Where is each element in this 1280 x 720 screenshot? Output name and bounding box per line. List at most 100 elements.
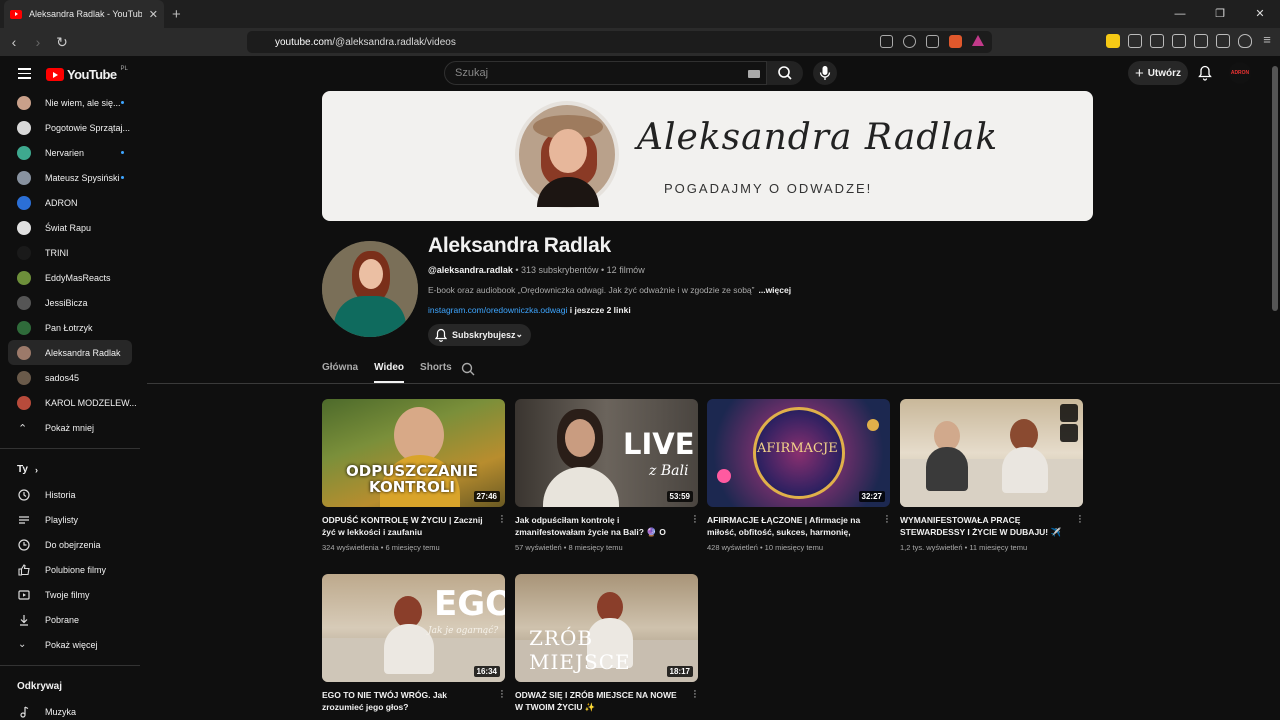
video-title[interactable]: ODPUŚĆ KONTROLĘ W ŻYCIU | Zacznij żyć w … [322, 514, 487, 538]
share-icon[interactable] [926, 35, 939, 48]
video-thumbnail[interactable]: LIVE z Bali 53:59 [515, 399, 698, 507]
video-card[interactable]: ODPUSZCZANIE KONTROLI 27:46 ODPUŚĆ KONTR… [322, 399, 505, 552]
sidebar-item-label: TRINI [45, 247, 69, 258]
forward-icon[interactable]: › [28, 34, 48, 50]
page-scrollbar[interactable] [1272, 66, 1278, 311]
channel-avatar[interactable] [322, 241, 418, 337]
more-links[interactable]: i jeszcze 2 linki [567, 305, 631, 315]
new-tab-icon[interactable]: + [172, 6, 181, 23]
search-input[interactable]: Szukaj [444, 61, 767, 85]
create-button[interactable]: + Utwórz [1128, 61, 1188, 85]
more-actions-icon[interactable]: · · · [884, 511, 890, 528]
video-title[interactable]: WYMANIFESTOWAŁA PRACĘ STEWARDESSY I ŻYCI… [900, 514, 1065, 538]
search-button[interactable] [767, 61, 803, 85]
youtube-logo[interactable]: YouTube PL [46, 66, 128, 82]
minimize-icon[interactable]: — [1160, 0, 1200, 28]
tab-home[interactable]: Główna [322, 362, 374, 384]
sidebar-item-playlisty[interactable]: Playlisty [8, 507, 132, 532]
browser-tab[interactable]: Aleksandra Radlak - YouTube ✕ [4, 0, 164, 28]
chevron-down-icon: ⌄ [18, 638, 27, 650]
back-icon[interactable]: ‹ [4, 34, 24, 50]
voice-search-button[interactable] [813, 61, 837, 85]
sidebar-item-subscription[interactable]: Pogotowie Sprzątaj... [8, 115, 132, 140]
sidebar-item-subscription[interactable]: EddyMasReacts [8, 265, 132, 290]
more-actions-icon[interactable]: · · · [692, 511, 698, 528]
open-external-icon[interactable] [880, 35, 893, 48]
video-card[interactable]: AFIRMACJE 32:27 AFIIRMACJE ŁĄCZONE | Afi… [707, 399, 890, 552]
account-avatar[interactable]: ADRON [1229, 62, 1251, 84]
video-duration: 53:59 [666, 491, 693, 502]
sidebar-item-subscription[interactable]: Nervarien [8, 140, 132, 165]
puzzle-icon[interactable] [1128, 34, 1142, 48]
video-card[interactable]: EGO Jak je ogarnąć? 16:34 EGO TO NIE TWÓ… [322, 574, 505, 718]
sidebar-item-subscription[interactable]: sados45 [8, 365, 132, 390]
ai-icon[interactable] [1216, 34, 1230, 48]
music-icon [18, 705, 30, 718]
extension-icon[interactable] [1106, 34, 1120, 48]
video-thumbnail[interactable]: ZRÓB MIEJSCE 18:17 [515, 574, 698, 682]
address-bar[interactable]: youtube.com/@aleksandra.radlak/videos [247, 31, 992, 53]
video-thumbnail[interactable]: ODPUSZCZANIE KONTROLI 27:46 [322, 399, 505, 507]
add-to-queue-icon[interactable] [1060, 424, 1078, 442]
more-actions-icon[interactable]: · · · [499, 511, 505, 528]
video-card[interactable]: WYMANIFESTOWAŁA PRACĘ STEWARDESSY I ŻYCI… [900, 399, 1083, 552]
menu-icon[interactable]: ≡ [1260, 33, 1274, 48]
description-more-link[interactable]: ...więcej [758, 285, 791, 295]
you-section-heading[interactable]: Ty › [0, 457, 140, 482]
wallet-icon[interactable] [1194, 34, 1208, 48]
notifications-bell-icon[interactable] [1198, 65, 1212, 81]
tab-videos[interactable]: Wideo [374, 362, 420, 384]
video-title[interactable]: ODWAŻ SIĘ I ZRÓB MIEJSCE NA NOWE W TWOIM… [515, 689, 680, 713]
video-thumbnail[interactable]: EGO Jak je ogarnąć? 16:34 [322, 574, 505, 682]
video-card[interactable]: ZRÓB MIEJSCE 18:17 ODWAŻ SIĘ I ZRÓB MIEJ… [515, 574, 698, 718]
channel-description[interactable]: E-book oraz audiobook „Orędowniczka odwa… [428, 285, 791, 295]
sidebar-item-subscription[interactable]: KAROL MODZELEW... [8, 390, 137, 415]
sidebar-item-subscription[interactable]: Świat Rapu [8, 215, 132, 240]
sidebar-item-subscription[interactable]: Nie wiem, ale się... [8, 90, 132, 115]
vpn-icon[interactable] [1238, 34, 1252, 48]
sidebar-item-muzyka[interactable]: Muzyka [8, 699, 132, 720]
video-card[interactable]: LIVE z Bali 53:59 Jak odpuściłam kontrol… [515, 399, 698, 552]
hamburger-menu-icon[interactable] [18, 68, 31, 82]
channel-avatar-icon [17, 220, 31, 235]
show-less-button[interactable]: ⌃ Pokaż mniej [8, 415, 132, 440]
chevron-up-icon: ⌃ [18, 422, 28, 435]
subscribe-label: Subskrybujesz [452, 330, 516, 340]
sidebar-item-subscription[interactable]: ADRON [8, 190, 132, 215]
close-tab-icon[interactable]: ✕ [149, 8, 158, 21]
sidebar-item-do-obejrzenia[interactable]: Do obejrzenia [8, 532, 132, 557]
maximize-icon[interactable]: ❐ [1200, 0, 1240, 28]
brave-shield-icon[interactable] [949, 35, 962, 48]
sidebar-item-subscription[interactable]: JessiBicza [8, 290, 132, 315]
more-actions-icon[interactable]: · · · [692, 686, 698, 703]
video-thumbnail[interactable] [900, 399, 1083, 507]
video-thumbnail[interactable]: AFIRMACJE 32:27 [707, 399, 890, 507]
sidebar-item-subscription[interactable]: TRINI [8, 240, 132, 265]
video-title[interactable]: AFIIRMACJE ŁĄCZONE | Afirmacje na miłość… [707, 514, 872, 538]
zoom-icon[interactable] [903, 35, 916, 48]
sidebar-toggle-icon[interactable] [1172, 34, 1186, 48]
watch-later-icon[interactable] [1060, 404, 1078, 422]
reload-icon[interactable]: ↻ [52, 34, 72, 51]
tab-search-icon[interactable] [1150, 34, 1164, 48]
keyboard-icon[interactable] [748, 70, 760, 78]
more-actions-icon[interactable]: · · · [1077, 511, 1083, 528]
more-actions-icon[interactable]: · · · [499, 686, 505, 703]
instagram-link[interactable]: instagram.com/oredowniczka.odwagi [428, 305, 567, 315]
sidebar-item-historia[interactable]: Historia [8, 482, 132, 507]
sidebar-item-pobrane[interactable]: Pobrane [8, 607, 132, 632]
sidebar-item-subscription[interactable]: Pan Łotrzyk [8, 315, 132, 340]
video-title[interactable]: EGO TO NIE TWÓJ WRÓG. Jak zrozumieć jego… [322, 689, 487, 713]
show-more-button[interactable]: ⌄ Pokaż więcej [8, 632, 132, 657]
subscribed-button[interactable]: Subskrybujesz ⌄ [428, 324, 531, 346]
banner-tagline: POGADAJMY O ODWADZE! [664, 181, 873, 196]
sidebar-item-subscription[interactable]: Mateusz Spysiński [8, 165, 132, 190]
channel-search-icon[interactable] [461, 362, 475, 376]
rewards-icon[interactable] [972, 35, 984, 46]
sidebar-item-polubione-filmy[interactable]: Polubione filmy [8, 557, 132, 582]
sidebar-item-twoje-filmy[interactable]: Twoje filmy [8, 582, 132, 607]
browser-tab-bar: Aleksandra Radlak - YouTube ✕ + — ❐ ✕ [0, 0, 1280, 28]
sidebar-item-subscription[interactable]: Aleksandra Radlak [8, 340, 132, 365]
video-title[interactable]: Jak odpuściłam kontrolę i zmanifestowała… [515, 514, 680, 538]
close-window-icon[interactable]: ✕ [1240, 0, 1280, 28]
